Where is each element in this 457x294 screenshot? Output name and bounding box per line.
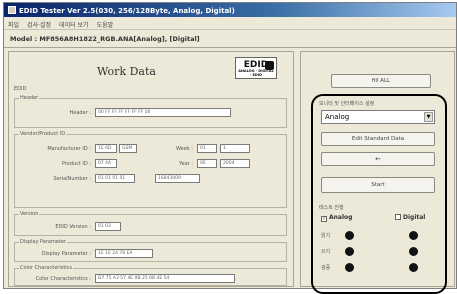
mode-group-label: 모니터 및 인터페이스 설정	[319, 101, 375, 107]
year-label: Year :	[179, 161, 193, 167]
status-group-label: 테스트 진행	[319, 205, 344, 211]
app-icon	[8, 6, 16, 14]
menu-view-data[interactable]: 데이터 보기	[59, 20, 89, 29]
product-id-label: Product ID :	[61, 161, 91, 167]
year-number-field[interactable]: 2004	[220, 159, 250, 168]
serial-number-field[interactable]: 01 01 01 01	[95, 174, 135, 183]
header-field[interactable]: 00 FF FF FF FF FF FF 00	[95, 108, 231, 117]
header-label: Header :	[69, 110, 91, 116]
arrow-left-button[interactable]: ←	[321, 152, 435, 166]
analog-checkbox[interactable]: ✓ Analog	[321, 214, 352, 222]
header-group: Header Header : 00 FF FF FF FF FF FF 00	[14, 95, 287, 128]
digital-read-led	[409, 231, 418, 240]
serial-decimal-field[interactable]: 16843009	[155, 174, 200, 183]
digital-checkbox[interactable]: Digital	[395, 214, 425, 221]
menu-test-settings[interactable]: 검사·설정	[27, 20, 51, 29]
main-window: EDID Tester Ver 2.5(030, 256/128Byte, An…	[3, 2, 457, 294]
fill-all-button[interactable]: fill ALL	[331, 74, 431, 88]
week-field[interactable]: 01	[197, 144, 217, 153]
week-label: Week :	[176, 146, 193, 152]
mode-select[interactable]: Analog ▼	[321, 110, 435, 124]
control-panel: fill ALL 모니터 및 인터페이스 설정 Analog ▼ Edit St…	[300, 51, 455, 294]
model-bar: Model : MF856A8H1822_RGB.ANA[Analog], [D…	[4, 30, 456, 48]
edid-section-label: EDID	[14, 86, 27, 92]
analog-checkbox-box[interactable]: ✓	[321, 216, 327, 222]
window-title: EDID Tester Ver 2.5(030, 256/128Byte, An…	[19, 7, 235, 15]
manufacturer-label: Manufacturer ID :	[47, 146, 91, 152]
menu-help[interactable]: 도움말	[97, 20, 114, 29]
serial-number-label: SerialNumber :	[53, 176, 91, 182]
vendor-group-label: Vendor/Product ID	[19, 131, 67, 137]
manufacturer-code-field[interactable]: GSM	[119, 144, 137, 153]
digital-checkbox-box[interactable]	[395, 214, 401, 220]
week-number-field[interactable]: 1	[220, 144, 250, 153]
display-group-label: Display Parameter	[19, 239, 68, 245]
highlight-outline	[311, 94, 447, 294]
mode-select-value: Analog	[325, 113, 350, 121]
status-label-write: 쓰기	[321, 249, 331, 255]
analog-verify-led	[345, 263, 354, 272]
color-characteristics-label: Color Characteristics :	[35, 276, 91, 282]
digital-write-led	[409, 247, 418, 256]
version-group-label: Version	[19, 211, 40, 217]
analog-read-led	[345, 231, 354, 240]
header-group-label: Header	[19, 95, 40, 101]
menu-file[interactable]: 파일	[8, 20, 19, 29]
logo-subtitle: ANALOG · DIGITAL · EDID	[238, 69, 274, 77]
color-characteristics-field[interactable]: D7 75 A3 57 4E 9B 25 0B 4E 54	[95, 274, 235, 283]
work-data-title: Work Data	[97, 65, 156, 78]
edit-standard-data-button[interactable]: Edit Standard Data	[321, 132, 435, 146]
digital-checkbox-label: Digital	[403, 214, 426, 221]
status-label-verify: 검증	[321, 265, 331, 271]
version-group: Version EDID Version : 01 03	[14, 211, 287, 236]
year-field[interactable]: 0E	[197, 159, 217, 168]
analog-write-led	[345, 247, 354, 256]
vendor-product-group: Vendor/Product ID Manufacturer ID : 1E 6…	[14, 131, 287, 208]
dropdown-arrow-icon[interactable]: ▼	[424, 112, 433, 122]
product-id-field[interactable]: 07 4A	[95, 159, 117, 168]
edid-logo: EDID ANALOG · DIGITAL · EDID	[235, 57, 277, 79]
title-bar: EDID Tester Ver 2.5(030, 256/128Byte, An…	[4, 3, 456, 17]
status-label-read: 읽기	[321, 233, 331, 239]
edid-version-field[interactable]: 01 03	[95, 222, 121, 231]
display-parameter-field[interactable]: 1E 1E 24 78 EA	[95, 249, 153, 258]
display-parameter-group: Display Parameter Display Parameter : 1E…	[14, 239, 287, 262]
color-group-label: Color Characteristics	[19, 265, 74, 271]
manufacturer-field[interactable]: 1E 6D	[95, 144, 117, 153]
start-button[interactable]: Start	[321, 177, 435, 193]
menu-bar: 파일 검사·설정 데이터 보기 도움말	[4, 17, 456, 30]
edid-version-label: EDID Version :	[55, 224, 91, 230]
work-data-panel: Work Data EDID ANALOG · DIGITAL · EDID E…	[8, 51, 294, 287]
color-characteristics-group: Color Characteristics Color Characterist…	[14, 265, 287, 286]
display-parameter-label: Display Parameter :	[41, 251, 91, 257]
analog-checkbox-label: Analog	[329, 214, 353, 221]
digital-verify-led	[409, 263, 418, 272]
